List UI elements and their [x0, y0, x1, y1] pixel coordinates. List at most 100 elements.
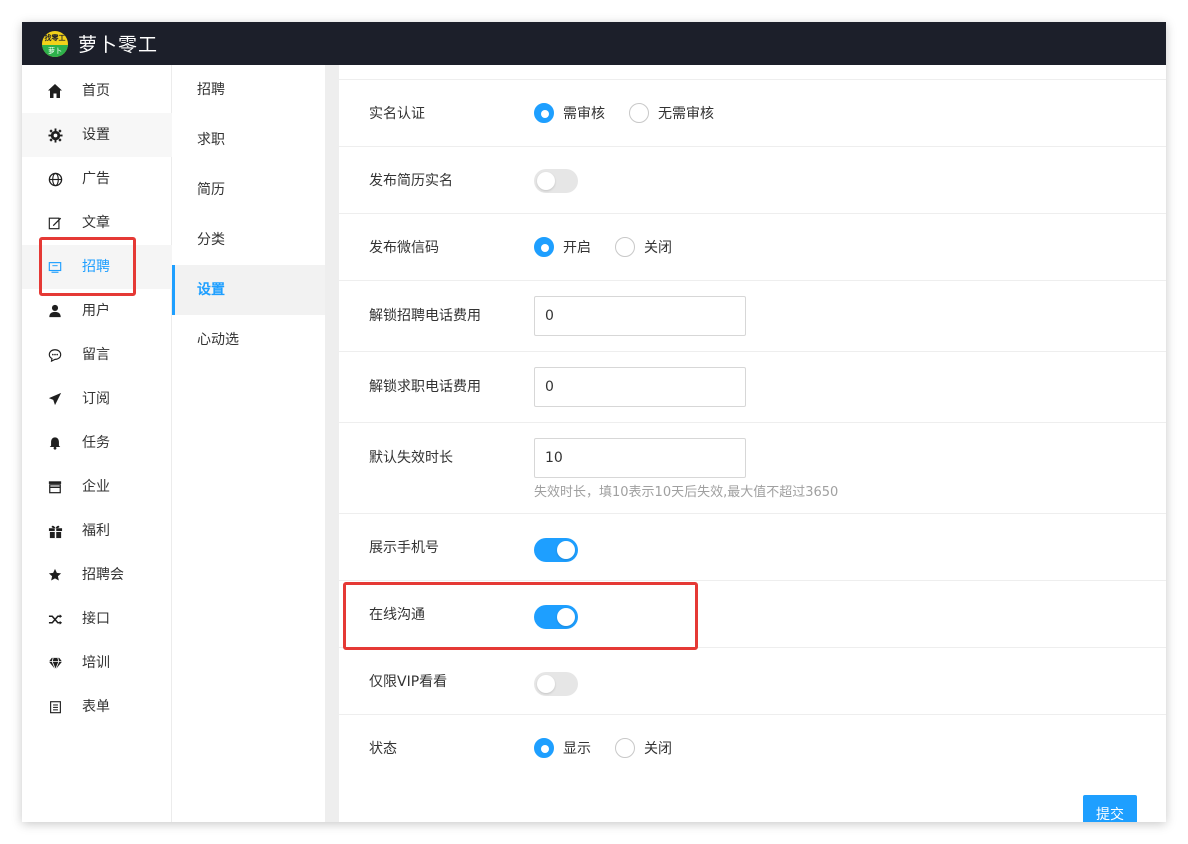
setting-row-online-chat: 在线沟通: [339, 580, 1166, 647]
setting-row-unlock-recruit-fee: 解锁招聘电话费用: [339, 280, 1166, 351]
wechat-code-radio-group: 开启 关闭: [534, 237, 672, 257]
sidebar-item-label: 用户: [82, 303, 110, 319]
setting-label: 状态: [369, 741, 397, 757]
gift-icon: [46, 522, 64, 540]
subnav-item-label: 简历: [197, 182, 225, 198]
sidebar-item-welfare[interactable]: 福利: [22, 509, 172, 553]
edit-icon: [46, 214, 64, 232]
subnav-item-label: 分类: [197, 232, 225, 248]
sidebar-item-subscribe[interactable]: 订阅: [22, 377, 172, 421]
bell-icon: [46, 434, 64, 452]
setting-row-status: 状态 显示 关闭: [339, 714, 1166, 781]
subnav-item-category[interactable]: 分类: [172, 215, 325, 265]
show-phone-toggle[interactable]: [534, 538, 578, 562]
sidebar-item-ads[interactable]: 广告: [22, 157, 172, 201]
sidebar-item-enterprise[interactable]: 企业: [22, 465, 172, 509]
subnav-item-label: 招聘: [197, 82, 225, 98]
user-icon: [46, 302, 64, 320]
submit-button[interactable]: 提交: [1083, 795, 1137, 822]
online-chat-toggle[interactable]: [534, 605, 578, 629]
radio-disable[interactable]: [615, 237, 635, 257]
subnav-item-recruit[interactable]: 招聘: [172, 65, 325, 115]
sidebar-item-articles[interactable]: 文章: [22, 201, 172, 245]
logo-text-bottom: 萝卜: [42, 44, 68, 57]
sidebar-item-label: 文章: [82, 215, 110, 231]
shuffle-icon: [46, 610, 64, 628]
sidebar-item-tasks[interactable]: 任务: [22, 421, 172, 465]
radio-label: 需审核: [563, 106, 605, 122]
default-expiry-input[interactable]: [534, 438, 746, 478]
radio-label: 开启: [563, 240, 591, 256]
sidebar-item-users[interactable]: 用户: [22, 289, 172, 333]
sidebar-item-label: 企业: [82, 479, 110, 495]
logo: 找零工 萝卜: [42, 30, 68, 57]
settings-form: 实名认证 需审核 无需审核 发布简历实名 发布微信码 开启 关闭 解锁招聘电话费…: [339, 65, 1166, 822]
sidebar-item-label: 招聘: [82, 259, 110, 275]
subnav-item-job-seeking[interactable]: 求职: [172, 115, 325, 165]
sidebar-item-home[interactable]: 首页: [22, 69, 172, 113]
setting-label: 仅限VIP看看: [369, 674, 448, 690]
setting-label: 实名认证: [369, 106, 425, 122]
setting-row-unlock-job-fee: 解锁求职电话费用: [339, 351, 1166, 422]
diamond-icon: [46, 654, 64, 672]
subnav-item-label: 心动选: [197, 332, 239, 348]
setting-label: 发布简历实名: [369, 173, 453, 189]
radio-label: 显示: [563, 741, 591, 757]
radio-label: 关闭: [644, 240, 672, 256]
radio-label: 关闭: [644, 741, 672, 757]
sidebar-item-label: 福利: [82, 523, 110, 539]
setting-row-resume-real-name: 发布简历实名: [339, 146, 1166, 213]
logo-text-top: 找零工: [44, 33, 66, 42]
toggle-knob: [557, 608, 575, 626]
app-window: 找零工 萝卜 萝卜零工 首页 设置 广告 文章 招聘 用户 留言 订阅 任务 企…: [22, 22, 1166, 822]
setting-row-wechat-code: 发布微信码 开启 关闭: [339, 213, 1166, 280]
comment-icon: [46, 346, 64, 364]
content-gutter: [325, 65, 339, 822]
sidebar-item-messages[interactable]: 留言: [22, 333, 172, 377]
sidebar-item-label: 接口: [82, 611, 110, 627]
setting-row-default-expiry: 默认失效时长 失效时长，填10表示10天后失效,最大值不超过3650: [339, 422, 1166, 513]
sidebar-item-forms[interactable]: 表单: [22, 685, 172, 729]
sidebar-item-job-fair[interactable]: 招聘会: [22, 553, 172, 597]
sidebar-item-label: 培训: [82, 655, 110, 671]
form-icon: [46, 698, 64, 716]
setting-label: 展示手机号: [369, 540, 439, 556]
setting-label: 默认失效时长: [369, 450, 453, 466]
radio-label: 无需审核: [658, 106, 714, 122]
subnav-item-label: 求职: [197, 132, 225, 148]
unlock-job-fee-input[interactable]: [534, 367, 746, 407]
subnav-item-settings[interactable]: 设置: [172, 265, 325, 315]
sidebar-item-label: 首页: [82, 83, 110, 99]
subnav-item-heart-pick[interactable]: 心动选: [172, 315, 325, 365]
setting-label: 发布微信码: [369, 240, 439, 256]
send-icon: [46, 390, 64, 408]
sidebar-item-training[interactable]: 培训: [22, 641, 172, 685]
resume-real-name-toggle[interactable]: [534, 169, 578, 193]
sidebar-item-label: 订阅: [82, 391, 110, 407]
radio-hide[interactable]: [615, 738, 635, 758]
toggle-knob: [557, 541, 575, 559]
sidebar-item-recruit[interactable]: 招聘: [22, 245, 172, 289]
subnav-item-label: 设置: [197, 282, 225, 298]
store-icon: [46, 478, 64, 496]
home-icon: [46, 82, 64, 100]
radio-show[interactable]: [534, 738, 554, 758]
sidebar: 首页 设置 广告 文章 招聘 用户 留言 订阅 任务 企业 福利 招聘会 接口 …: [22, 65, 172, 822]
toggle-knob: [537, 675, 555, 693]
sidebar-item-settings[interactable]: 设置: [22, 113, 172, 157]
setting-row-real-name: 实名认证 需审核 无需审核: [339, 79, 1166, 146]
app-title: 萝卜零工: [78, 34, 159, 56]
setting-row-vip-only: 仅限VIP看看: [339, 647, 1166, 714]
real-name-radio-group: 需审核 无需审核: [534, 103, 714, 123]
radio-no-review[interactable]: [629, 103, 649, 123]
setting-label: 在线沟通: [369, 607, 425, 623]
sidebar-item-label: 表单: [82, 699, 110, 715]
default-expiry-hint: 失效时长，填10表示10天后失效,最大值不超过3650: [534, 485, 839, 500]
vip-only-toggle[interactable]: [534, 672, 578, 696]
radio-require-review[interactable]: [534, 103, 554, 123]
subnav-item-resume[interactable]: 简历: [172, 165, 325, 215]
radio-enable[interactable]: [534, 237, 554, 257]
sidebar-item-api[interactable]: 接口: [22, 597, 172, 641]
setting-label: 解锁求职电话费用: [369, 379, 481, 395]
unlock-recruit-fee-input[interactable]: [534, 296, 746, 336]
